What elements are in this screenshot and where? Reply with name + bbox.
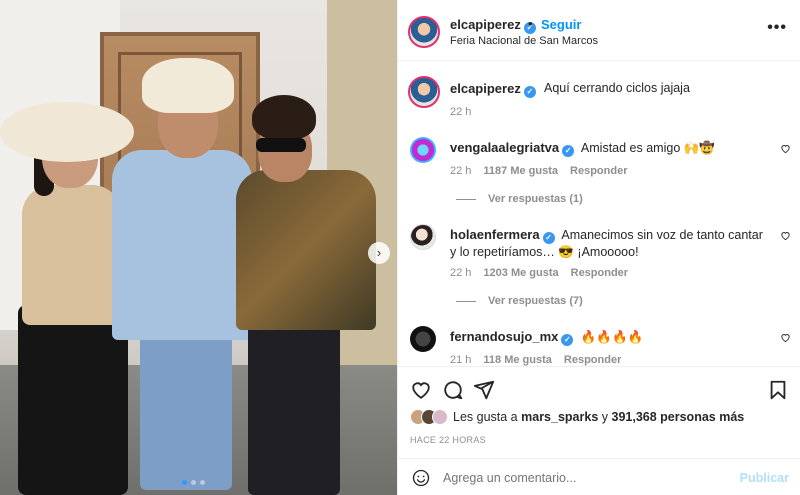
liker-username[interactable]: mars_sparks xyxy=(521,410,598,424)
person-right-pants xyxy=(248,315,340,495)
person-right-sunglasses xyxy=(256,138,306,152)
view-replies-label: Ver respuestas (1) xyxy=(488,193,583,205)
heart-icon[interactable] xyxy=(780,143,791,154)
caption-username[interactable]: elcapiperez ✓ xyxy=(450,81,536,98)
verified-badge-icon: ✓ xyxy=(562,145,575,157)
divider xyxy=(456,198,476,200)
comment-timestamp[interactable]: 22 h xyxy=(450,165,471,177)
heart-icon[interactable] xyxy=(780,230,791,241)
verified-badge-icon: ✓ xyxy=(542,232,555,244)
smile-icon[interactable] xyxy=(412,469,430,487)
verified-badge-icon: ✓ xyxy=(561,334,574,346)
carousel-dots xyxy=(182,480,205,485)
comment-meta: 21 h 118 Me gusta Responder xyxy=(450,354,621,366)
post-photo[interactable]: › xyxy=(0,0,397,495)
comment-text: Amistad es amigo 🙌🤠 xyxy=(580,141,715,155)
separator-dot: • xyxy=(528,16,533,31)
person-center-shirt xyxy=(112,150,252,340)
likes-count[interactable]: 391,368 personas más xyxy=(612,410,745,424)
comment-timestamp[interactable]: 21 h xyxy=(450,354,471,366)
comment-username[interactable]: vengalaalegriatva ✓ xyxy=(450,140,575,157)
comment-icon[interactable] xyxy=(442,379,464,401)
post-side-panel: elcapiperez ✓ • Seguir Feria Nacional de … xyxy=(397,0,800,495)
carousel-dot xyxy=(191,480,196,485)
heart-icon[interactable] xyxy=(410,379,432,401)
reply-button[interactable]: Responder xyxy=(571,267,628,279)
post-header: elcapiperez ✓ • Seguir Feria Nacional de … xyxy=(398,5,800,61)
comment-text: 🔥🔥🔥🔥 xyxy=(580,330,644,344)
avatar[interactable] xyxy=(410,326,436,352)
reply-button[interactable]: Responder xyxy=(570,165,627,177)
person-center-hat xyxy=(142,58,234,113)
comment-input[interactable] xyxy=(443,471,723,485)
comment-meta: 22 h 1187 Me gusta Responder xyxy=(450,165,627,177)
person-center-jeans xyxy=(140,330,232,490)
bookmark-icon[interactable] xyxy=(767,379,789,401)
likes-prefix: Les gusta a xyxy=(453,410,518,424)
person-left-hat xyxy=(0,102,134,162)
comment-timestamp[interactable]: 22 h xyxy=(450,267,471,279)
view-replies-label: Ver respuestas (7) xyxy=(488,295,583,307)
person-right-shirt xyxy=(236,170,376,330)
person-right-hair xyxy=(252,95,316,140)
comment-body: fernandosujo_mx ✓ 🔥🔥🔥🔥 xyxy=(450,329,770,346)
comment-meta: 22 h 1203 Me gusta Responder xyxy=(450,267,628,279)
verified-badge-icon: ✓ xyxy=(523,86,536,98)
avatar[interactable] xyxy=(410,137,436,163)
send-icon[interactable] xyxy=(473,379,495,401)
carousel-dot-active xyxy=(182,480,187,485)
follow-button[interactable]: Seguir xyxy=(541,17,581,32)
more-options-icon[interactable]: ••• xyxy=(767,19,787,37)
comment-username[interactable]: fernandosujo_mx ✓ xyxy=(450,329,574,346)
carousel-dot xyxy=(200,480,205,485)
avatar[interactable] xyxy=(408,16,440,48)
avatar[interactable] xyxy=(408,76,440,108)
comment-likes[interactable]: 1203 Me gusta xyxy=(483,267,558,279)
view-replies-button[interactable]: Ver respuestas (7) xyxy=(456,295,583,307)
author-username[interactable]: elcapiperez ✓ xyxy=(450,17,536,34)
comment-likes[interactable]: 118 Me gusta xyxy=(483,354,551,366)
comment-username[interactable]: holaenfermera ✓ xyxy=(450,227,555,244)
caption-text: Aquí cerrando ciclos jajaja xyxy=(544,81,690,95)
likes-text: Les gusta a mars_sparks y 391,368 person… xyxy=(453,410,744,424)
comment-likes[interactable]: 1187 Me gusta xyxy=(483,165,558,177)
caption-timestamp[interactable]: 22 h xyxy=(450,106,471,118)
person-left-top xyxy=(22,185,122,325)
comment-body: vengalaalegriatva ✓ Amistad es amigo 🙌🤠 xyxy=(450,140,770,157)
avatar[interactable] xyxy=(432,409,448,425)
avatar[interactable] xyxy=(410,224,436,250)
add-comment-bar: Publicar xyxy=(398,458,800,495)
likes-connector: y xyxy=(601,410,609,424)
comment-body: holaenfermera ✓ Amanecimos sin voz de tan… xyxy=(450,227,770,260)
location-link[interactable]: Feria Nacional de San Marcos xyxy=(450,35,598,47)
chevron-right-icon[interactable]: › xyxy=(368,242,390,264)
view-replies-button[interactable]: Ver respuestas (1) xyxy=(456,193,583,205)
reply-button[interactable]: Responder xyxy=(564,354,621,366)
post-actions: Les gusta a mars_sparks y 391,368 person… xyxy=(398,366,800,456)
publish-button[interactable]: Publicar xyxy=(740,471,789,485)
post-timestamp[interactable]: HACE 22 HORAS xyxy=(410,435,486,445)
likes-summary: Les gusta a mars_sparks y 391,368 person… xyxy=(410,409,744,425)
divider xyxy=(456,300,476,302)
heart-icon[interactable] xyxy=(780,332,791,343)
